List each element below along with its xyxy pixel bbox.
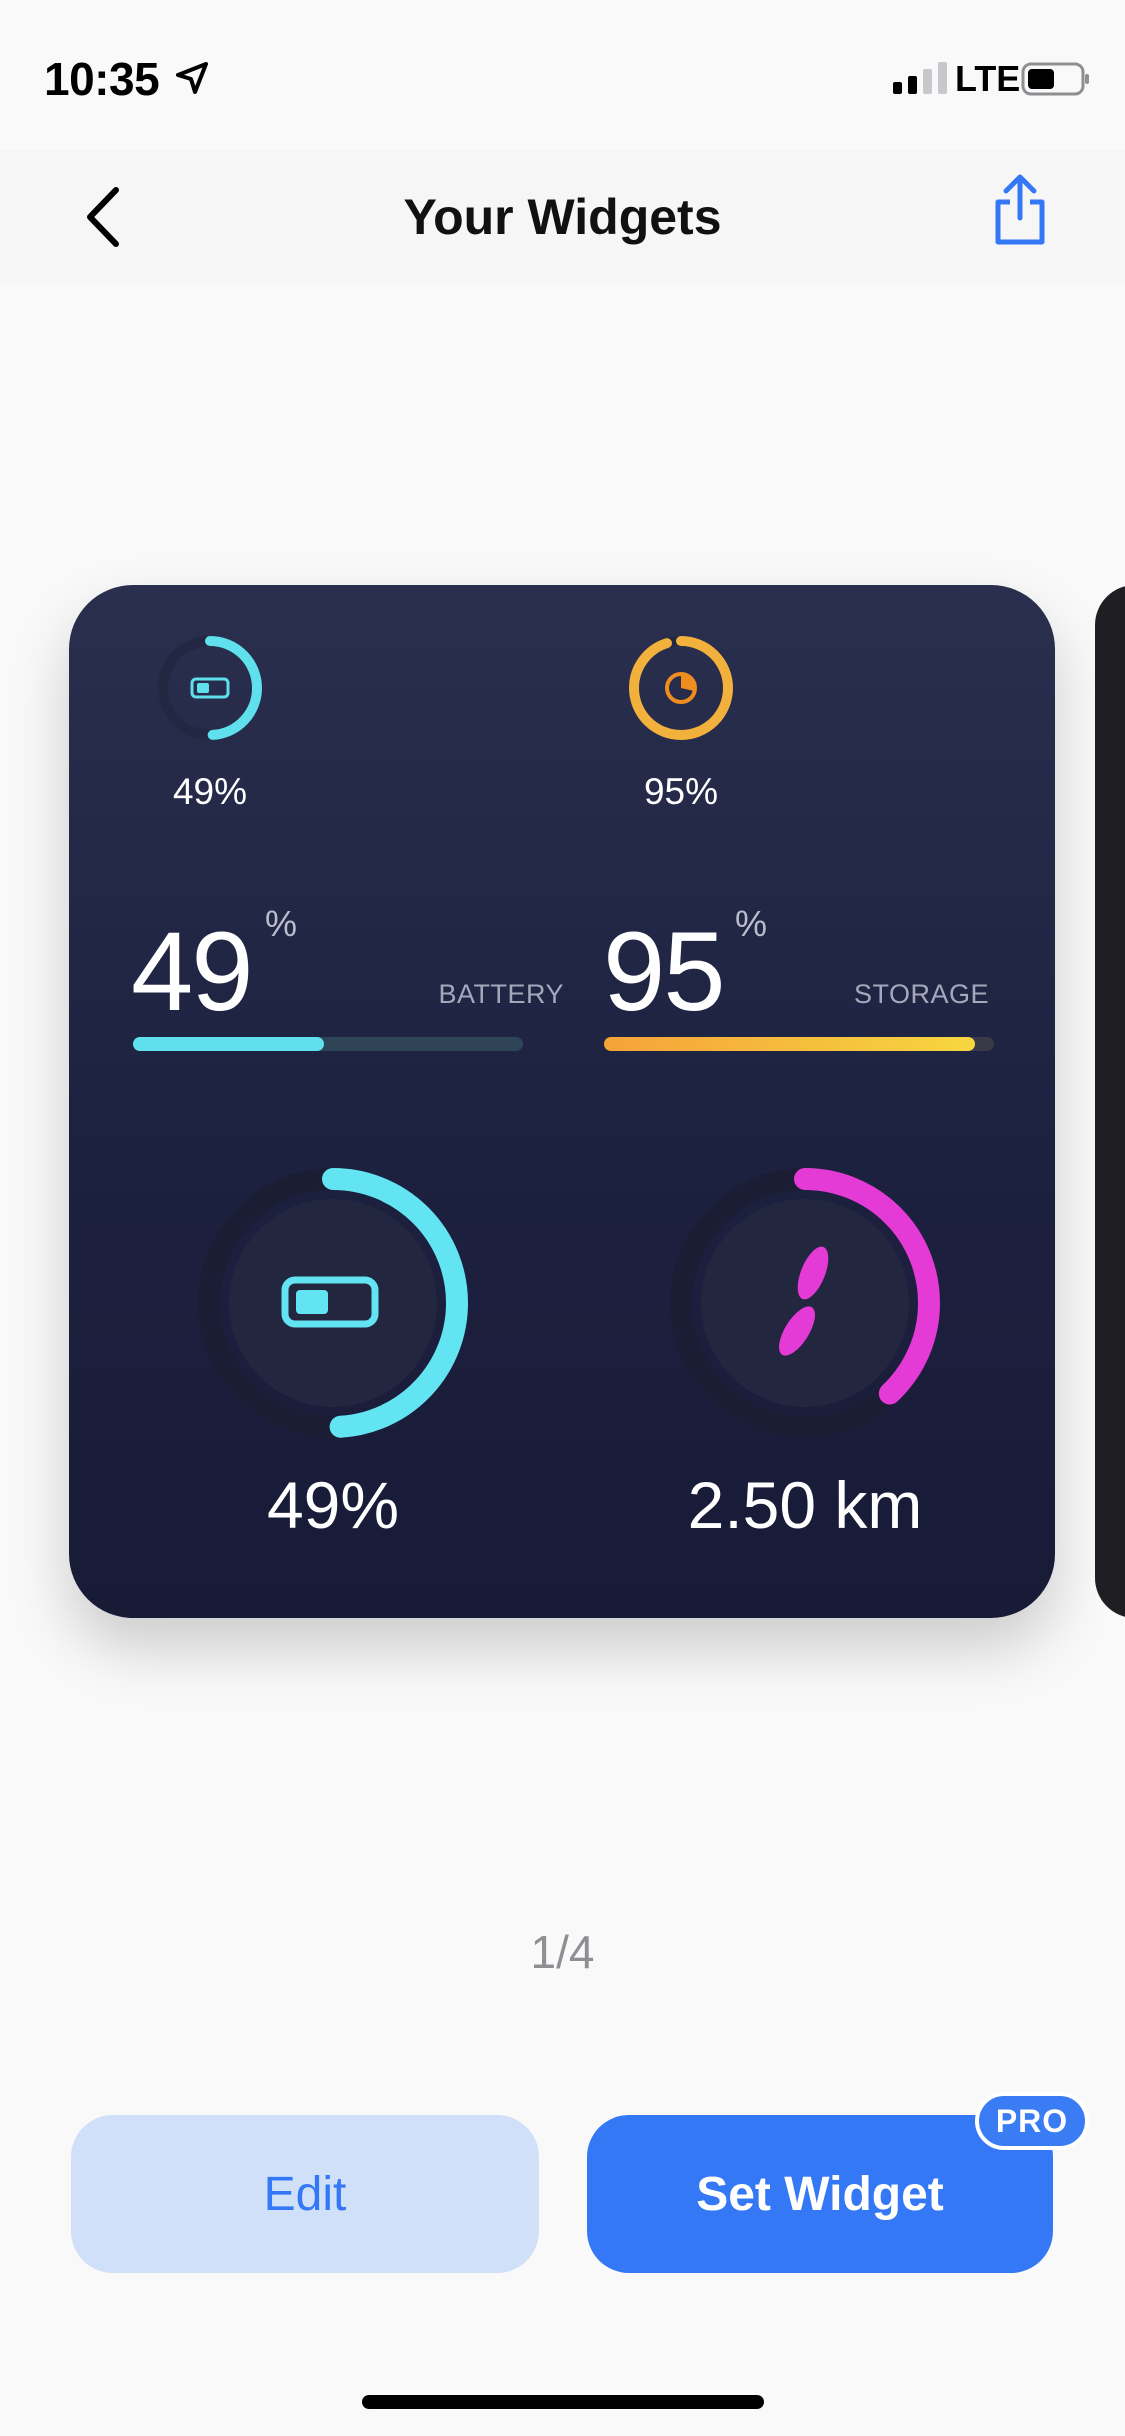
distance-ring-value: 2.50 km [687, 1468, 923, 1542]
battery-metric-label: BATTERY [438, 979, 564, 1009]
page-title: Your Widgets [403, 189, 722, 245]
battery-metric-unit: % [265, 903, 298, 944]
small-storage-value: 95% [643, 771, 719, 812]
network-type: LTE [955, 58, 1021, 99]
small-battery-ring [158, 636, 262, 740]
share-button[interactable] [990, 172, 1050, 248]
distance-ring [670, 1168, 940, 1438]
storage-progress-fill [604, 1037, 975, 1051]
pro-badge: PRO [975, 2092, 1089, 2150]
location-arrow-icon [176, 62, 208, 94]
battery-ring [198, 1168, 468, 1438]
battery-progress-fill [133, 1037, 325, 1051]
widget-preview-card[interactable]: 49% 95% 49 % BATTERY 95 % STORAGE 49% 2.… [69, 585, 1055, 1618]
cellular-signal-icon [893, 62, 947, 94]
battery-ring-value: 49% [266, 1468, 400, 1542]
battery-progress-track [133, 1037, 523, 1051]
next-widget-preview[interactable] [1095, 585, 1125, 1618]
small-battery-value: 49% [172, 771, 248, 812]
status-time: 10:35 [44, 53, 160, 105]
battery-icon [1021, 62, 1089, 96]
battery-metric-value: 49 [131, 909, 254, 1034]
storage-metric-label: STORAGE [853, 979, 989, 1009]
share-icon [995, 174, 1045, 245]
home-indicator[interactable] [362, 2395, 764, 2409]
small-storage-ring [629, 636, 733, 740]
edit-button[interactable]: Edit [71, 2115, 539, 2273]
storage-metric-value: 95 [603, 909, 726, 1034]
page-indicator: 1/4 [530, 1926, 595, 1978]
storage-metric-unit: % [735, 903, 768, 944]
storage-progress-track [604, 1037, 994, 1051]
